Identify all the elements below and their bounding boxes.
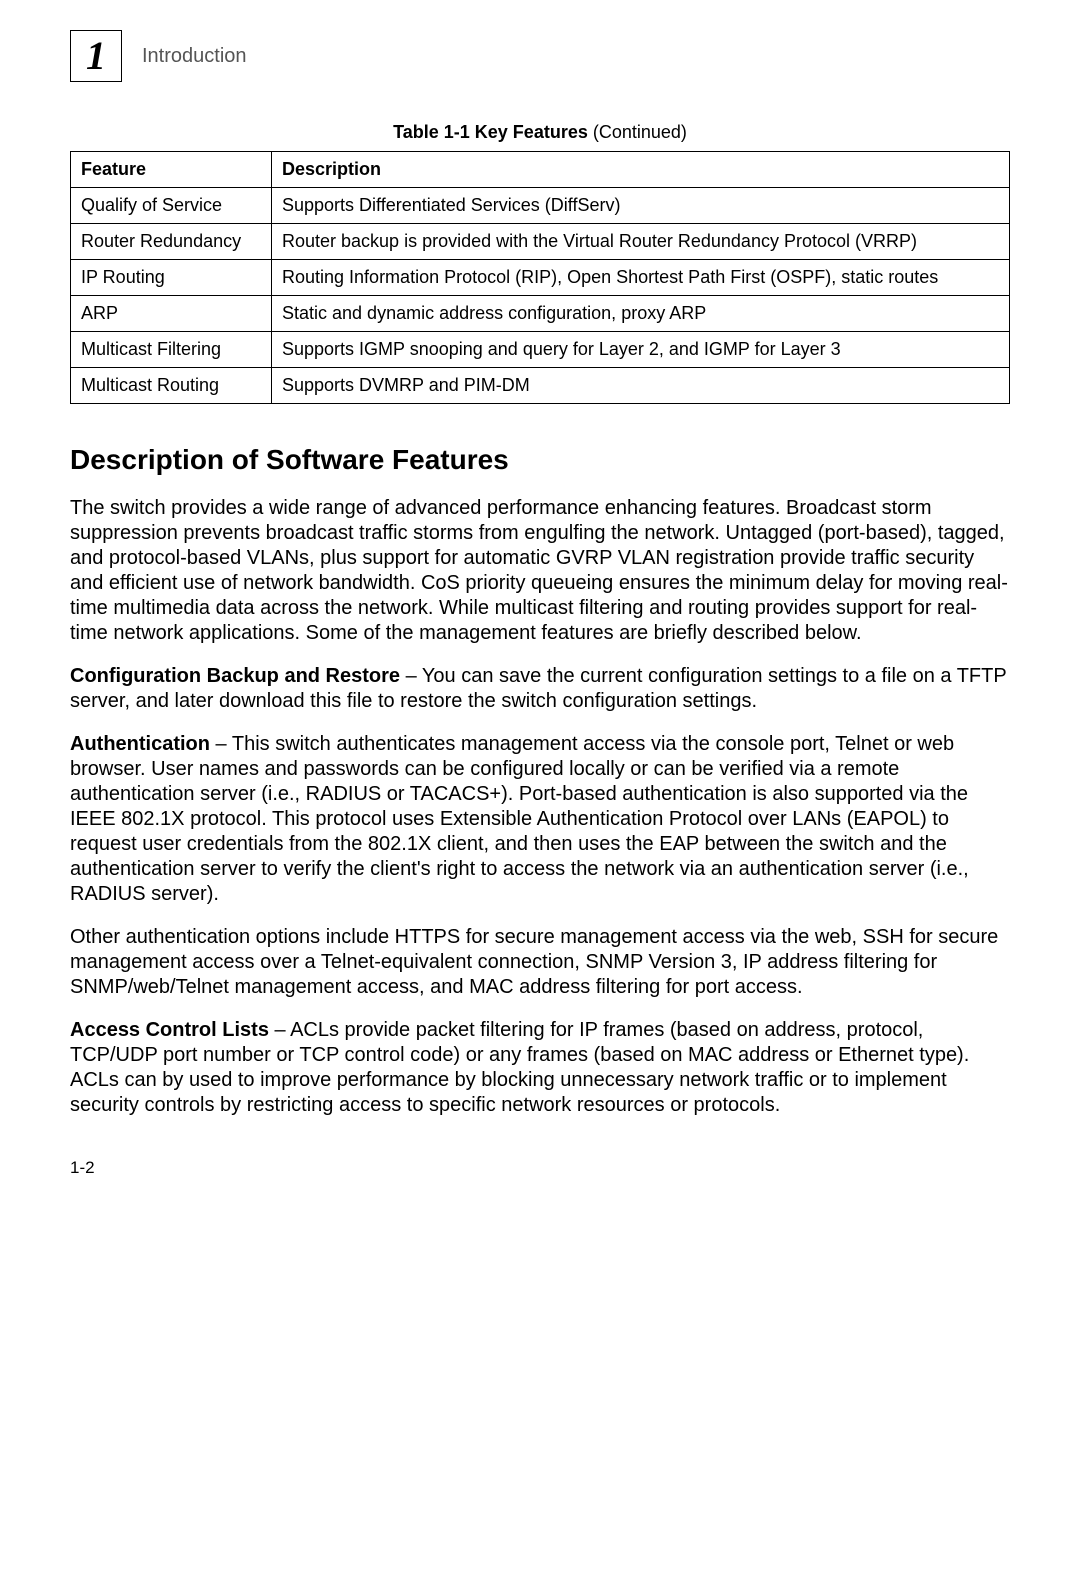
- rest-auth: – This switch authenticates management a…: [70, 733, 969, 905]
- paragraph-auth-other: Other authentication options include HTT…: [70, 925, 1010, 1000]
- cell-desc: Static and dynamic address configuration…: [272, 296, 1010, 332]
- chapter-number: 1: [86, 36, 106, 76]
- cell-feature: ARP: [71, 296, 272, 332]
- cell-feature: Qualify of Service: [71, 188, 272, 224]
- cell-desc: Supports DVMRP and PIM-DM: [272, 368, 1010, 404]
- paragraph-acl: Access Control Lists – ACLs provide pack…: [70, 1018, 1010, 1118]
- chapter-title: Introduction: [142, 45, 247, 68]
- cell-desc: Supports Differentiated Services (DiffSe…: [272, 188, 1010, 224]
- table-header-row: Feature Description: [71, 152, 1010, 188]
- lead-backup: Configuration Backup and Restore: [70, 665, 400, 687]
- cell-feature: IP Routing: [71, 260, 272, 296]
- table-row: Qualify of Service Supports Differentiat…: [71, 188, 1010, 224]
- table-row: Multicast Filtering Supports IGMP snoopi…: [71, 332, 1010, 368]
- cell-desc: Router backup is provided with the Virtu…: [272, 224, 1010, 260]
- table-row: Multicast Routing Supports DVMRP and PIM…: [71, 368, 1010, 404]
- cell-feature: Multicast Routing: [71, 368, 272, 404]
- paragraph-intro: The switch provides a wide range of adva…: [70, 496, 1010, 646]
- section-heading: Description of Software Features: [70, 444, 1010, 476]
- paragraph-backup: Configuration Backup and Restore – You c…: [70, 664, 1010, 714]
- col-description: Description: [272, 152, 1010, 188]
- features-table: Feature Description Qualify of Service S…: [70, 151, 1010, 404]
- lead-acl: Access Control Lists: [70, 1019, 269, 1041]
- cell-feature: Router Redundancy: [71, 224, 272, 260]
- cell-desc: Supports IGMP snooping and query for Lay…: [272, 332, 1010, 368]
- page-number: 1-2: [70, 1158, 1010, 1178]
- col-feature: Feature: [71, 152, 272, 188]
- table-row: IP Routing Routing Information Protocol …: [71, 260, 1010, 296]
- cell-feature: Multicast Filtering: [71, 332, 272, 368]
- chapter-number-box: 1: [70, 30, 122, 82]
- table-caption-rest: (Continued): [588, 122, 687, 142]
- table-row: Router Redundancy Router backup is provi…: [71, 224, 1010, 260]
- lead-auth: Authentication: [70, 733, 210, 755]
- page-header: 1 Introduction: [70, 30, 1010, 82]
- table-caption: Table 1-1 Key Features (Continued): [70, 122, 1010, 143]
- cell-desc: Routing Information Protocol (RIP), Open…: [272, 260, 1010, 296]
- table-caption-bold: Table 1-1 Key Features: [393, 122, 588, 142]
- paragraph-auth: Authentication – This switch authenticat…: [70, 732, 1010, 907]
- table-row: ARP Static and dynamic address configura…: [71, 296, 1010, 332]
